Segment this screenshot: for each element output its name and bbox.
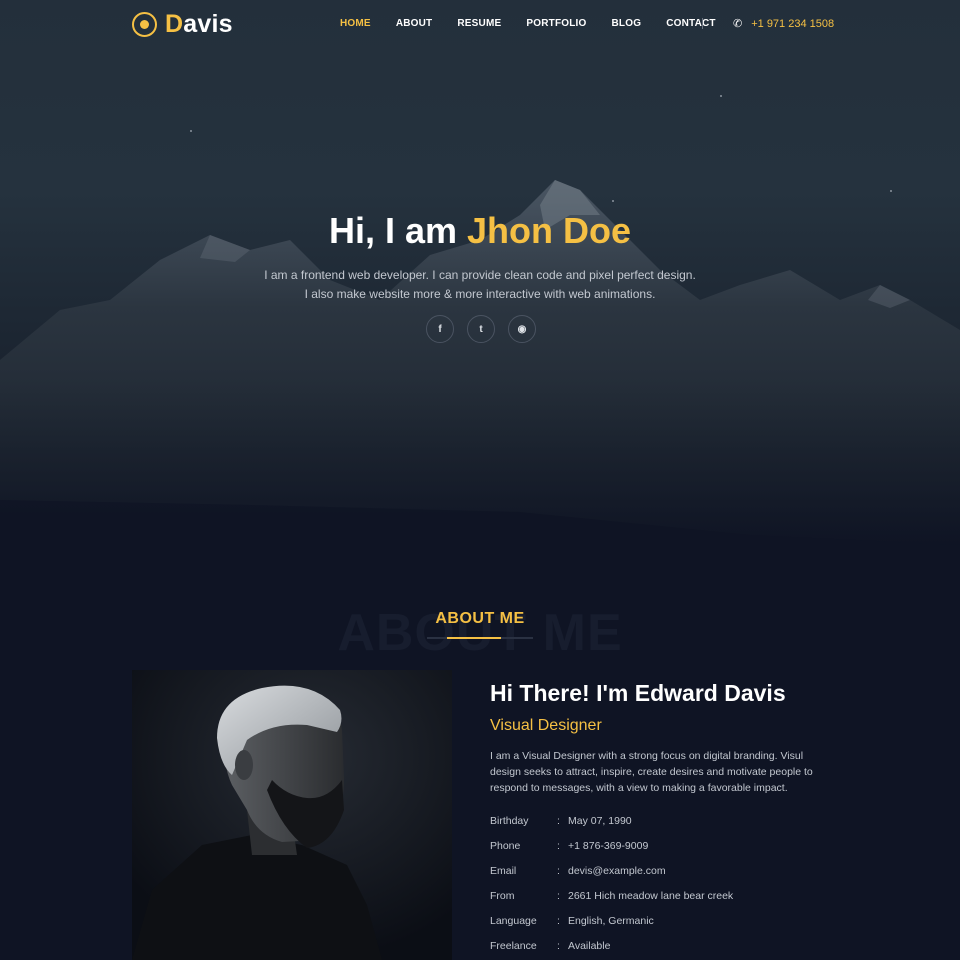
main-nav: HOME ABOUT RESUME PORTFOLIO BLOG CONTACT <box>340 18 716 29</box>
info-value: 2661 Hich meadow lane bear creek <box>568 889 734 902</box>
site-header: Davis HOME ABOUT RESUME PORTFOLIO BLOG C… <box>0 0 960 48</box>
about-bio: I am a Visual Designer with a strong foc… <box>490 750 813 794</box>
phone-number: +1 971 234 1508 <box>751 17 835 30</box>
personal-info-list: Birthday: May 07, 1990 Phone: +1 876-369-9… <box>490 808 835 958</box>
hero-subtitle-line-1: I am a frontend web developer. I can pro… <box>264 268 696 282</box>
nav-divider <box>702 18 703 29</box>
hero-subtitle-line-2: I also make website more & more interact… <box>304 287 656 301</box>
profile-photo <box>132 670 452 960</box>
nav-contact[interactable]: CONTACT <box>666 18 716 29</box>
nav-about[interactable]: ABOUT <box>396 18 433 29</box>
brand-logo[interactable]: Davis <box>132 10 233 39</box>
about-heading: ABOUT ME <box>435 610 525 627</box>
info-label: Email <box>490 864 517 877</box>
header-phone[interactable]: ✆ +1 971 234 1508 <box>733 17 835 31</box>
nav-home[interactable]: HOME <box>340 18 371 29</box>
info-label: From <box>490 889 515 902</box>
twitter-icon[interactable]: t <box>467 315 495 343</box>
github-icon[interactable]: ◉ <box>508 315 536 343</box>
info-label: Birthday <box>490 814 529 827</box>
info-label: Freelance <box>490 939 537 952</box>
info-row-language: Language: English, Germanic <box>490 908 835 933</box>
about-role: Visual Designer <box>490 717 602 734</box>
facebook-icon[interactable]: f <box>426 315 454 343</box>
info-value: May 07, 1990 <box>568 814 632 827</box>
about-intro: Hi There! I'm Edward Davis <box>490 680 786 706</box>
brand-name: Davis <box>165 10 233 38</box>
logo-icon <box>132 12 157 37</box>
info-row-email: Email: devis@example.com <box>490 858 835 883</box>
hero-subtitle: I am a frontend web developer. I can pro… <box>0 266 960 304</box>
nav-resume[interactable]: RESUME <box>457 18 501 29</box>
info-row-birthday: Birthday: May 07, 1990 <box>490 808 835 833</box>
nav-portfolio[interactable]: PORTFOLIO <box>526 18 586 29</box>
social-links: f t ◉ <box>426 315 536 343</box>
info-row-phone: Phone: +1 876-369-9009 <box>490 833 835 858</box>
info-value: Available <box>568 939 611 952</box>
info-label: Phone <box>490 839 521 852</box>
info-label: Language <box>490 914 537 927</box>
info-value: devis@example.com <box>568 864 666 877</box>
hero-title: Hi, I am Jhon Doe <box>328 210 632 251</box>
info-value: +1 876-369-9009 <box>568 839 649 852</box>
hero-section: Davis HOME ABOUT RESUME PORTFOLIO BLOG C… <box>0 0 960 545</box>
info-row-from: From:2661 Hich meadow lane bear creek <box>490 883 835 908</box>
nav-blog[interactable]: BLOG <box>612 18 642 29</box>
hero-name: Jhon Doe <box>467 210 632 251</box>
heading-underline <box>427 637 533 639</box>
info-value: English, Germanic <box>568 914 654 927</box>
phone-icon: ✆ <box>733 18 743 30</box>
info-row-freelance: Freelance: Available <box>490 933 835 958</box>
